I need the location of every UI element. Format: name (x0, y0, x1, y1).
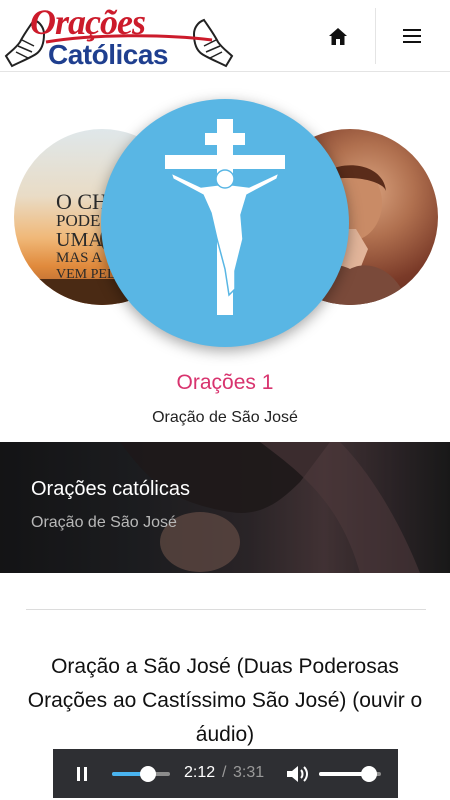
mute-button[interactable] (284, 762, 310, 786)
time-separator: / (222, 764, 227, 781)
pause-icon (77, 767, 87, 781)
header-divider (375, 8, 376, 64)
current-time: 2:12 (184, 764, 216, 781)
category-banner[interactable]: Orações católicas Oração de São José (0, 442, 450, 573)
duration: 3:31 (233, 764, 265, 781)
site-logo[interactable]: Orações Católicas (4, 2, 236, 70)
home-button[interactable] (316, 18, 360, 54)
crucifix-icon (165, 119, 285, 315)
slide-subtitle: Oração de São José (152, 409, 298, 426)
seek-slider[interactable] (112, 766, 170, 782)
home-icon (329, 27, 347, 45)
volume-handle[interactable] (360, 766, 377, 782)
hamburger-menu-icon (403, 29, 421, 43)
carousel-slide-main[interactable] (101, 99, 349, 347)
banner-overlay (0, 442, 450, 573)
banner-title[interactable]: Orações católicas (31, 478, 190, 501)
image-carousel: O CHO PODE D UMA N MAS A VEM PEL (0, 73, 450, 363)
menu-button[interactable] (390, 18, 434, 54)
volume-slider[interactable] (319, 766, 381, 782)
article-title: Oração a São José (Duas Poderosas Oraçõe… (27, 655, 423, 746)
site-header: Orações Católicas (0, 0, 450, 72)
logo-text-oracoes: Orações (30, 2, 146, 42)
audio-player: 2:12 / 3:31 (53, 749, 398, 798)
banner-subtitle: Oração de São José (31, 514, 177, 531)
seek-handle[interactable] (140, 766, 157, 782)
play-pause-button[interactable] (67, 761, 97, 787)
volume-icon (287, 766, 308, 782)
content-divider (26, 609, 426, 610)
slide-title[interactable]: Orações 1 (0, 371, 450, 395)
slide-left-line-4: MAS A (56, 250, 103, 266)
logo-text-catolicas: Católicas (48, 39, 169, 70)
